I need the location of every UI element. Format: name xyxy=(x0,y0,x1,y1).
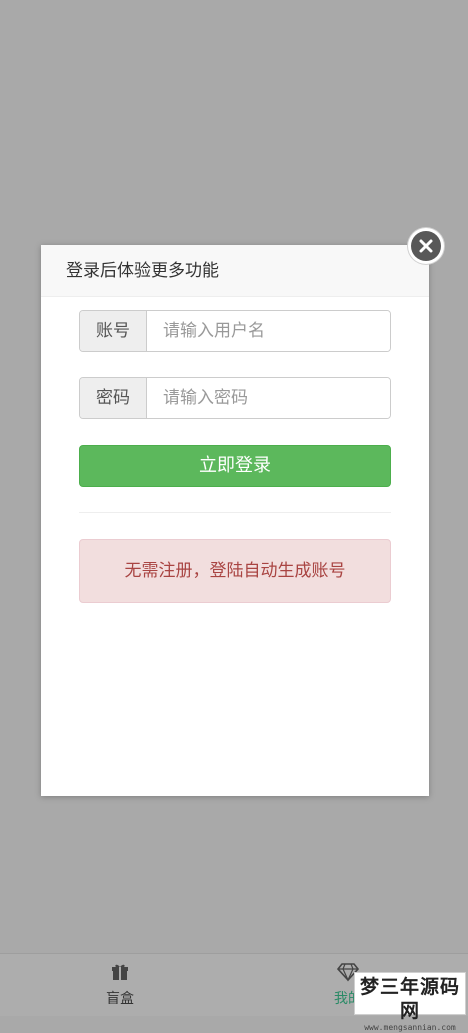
username-addon-label: 账号 xyxy=(80,311,147,351)
gift-icon xyxy=(112,964,128,980)
notice-alert: 无需注册，登陆自动生成账号 xyxy=(79,539,391,603)
password-addon-label: 密码 xyxy=(80,378,147,418)
close-button[interactable] xyxy=(408,228,444,264)
divider xyxy=(79,512,391,513)
modal-title: 登录后体验更多功能 xyxy=(41,245,429,297)
username-input-group: 账号 xyxy=(79,310,391,352)
login-modal: 登录后体验更多功能 账号 密码 立即登录 无需注册，登陆自动生成账号 xyxy=(41,245,429,796)
nav-item-blind-box[interactable]: 盲盒 xyxy=(60,962,180,1008)
login-button[interactable]: 立即登录 xyxy=(79,445,391,487)
site-watermark: 梦三年源码网 www.mengsannian.com xyxy=(354,972,466,1032)
watermark-title: 梦三年源码网 xyxy=(359,976,460,1022)
nav-item-label: 盲盒 xyxy=(106,991,134,1007)
username-input[interactable] xyxy=(147,311,390,351)
close-icon xyxy=(411,231,441,261)
watermark-url: www.mengsannian.com xyxy=(364,1023,456,1032)
password-input[interactable] xyxy=(147,378,390,418)
password-input-group: 密码 xyxy=(79,377,391,419)
